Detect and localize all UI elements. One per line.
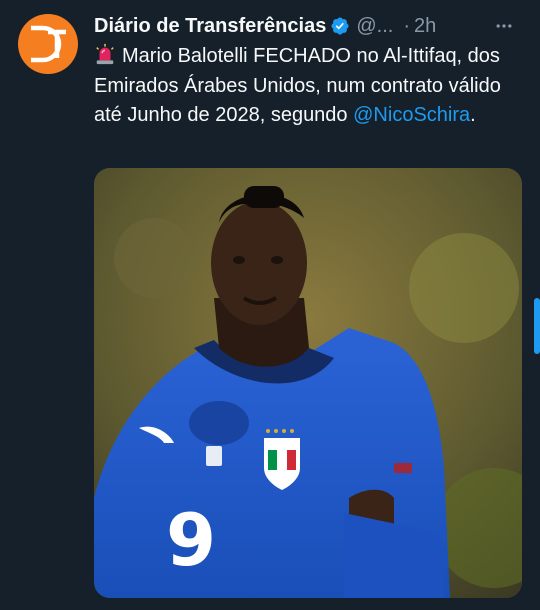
verified-badge-icon bbox=[330, 16, 350, 36]
jersey-number: 9 bbox=[166, 498, 217, 582]
more-options-icon[interactable] bbox=[490, 12, 518, 40]
author-handle[interactable]: @... bbox=[356, 15, 393, 38]
tweet-header: Diário de Transferências @... · 2h bbox=[94, 12, 436, 40]
avatar-logo-icon bbox=[31, 25, 66, 63]
player-photo bbox=[94, 168, 522, 598]
mention-link[interactable]: @NicoSchira bbox=[353, 104, 470, 126]
author-avatar[interactable] bbox=[18, 14, 78, 74]
timestamp[interactable]: 2h bbox=[414, 15, 436, 38]
tweet-media-photo[interactable]: 9 bbox=[94, 168, 522, 598]
scrollbar-thumb[interactable] bbox=[534, 298, 540, 354]
tweet-body-end: . bbox=[470, 104, 476, 126]
author-name[interactable]: Diário de Transferências bbox=[94, 15, 326, 38]
tweet[interactable]: Diário de Transferências @... · 2h Mario… bbox=[0, 0, 540, 610]
separator-dot: · bbox=[403, 14, 410, 37]
tweet-text: Mario Balotelli FECHADO no Al-Ittifaq, d… bbox=[94, 42, 529, 131]
siren-emoji-icon bbox=[96, 43, 114, 65]
